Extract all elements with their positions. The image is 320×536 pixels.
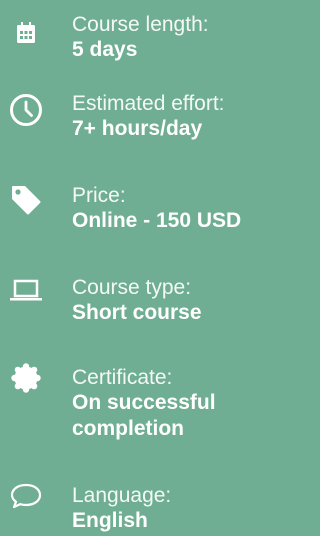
speech-bubble-icon (8, 478, 44, 514)
estimated-effort-value: 7+ hours/day (72, 117, 203, 140)
certificate-seal-icon (8, 360, 44, 396)
price-value: Online - 150 USD (72, 209, 242, 232)
certificate-value: On successful completion (72, 391, 216, 440)
course-length-value: 5 days (72, 38, 138, 61)
language-label: Language: (72, 484, 172, 507)
estimated-effort-label: Estimated effort: (72, 92, 225, 115)
clock-icon (8, 92, 44, 128)
course-length-label: Course length: (72, 13, 209, 36)
laptop-icon (8, 272, 44, 308)
price-label: Price: (72, 184, 126, 207)
calendar-icon (8, 15, 44, 51)
certificate-label: Certificate: (72, 366, 173, 389)
price-tag-icon (8, 182, 44, 218)
course-type-value: Short course (72, 301, 202, 324)
language-value: English (72, 509, 148, 532)
course-type-label: Course type: (72, 276, 192, 299)
course-info-list: Course length: 5 days Estimated effort: … (0, 0, 287, 536)
